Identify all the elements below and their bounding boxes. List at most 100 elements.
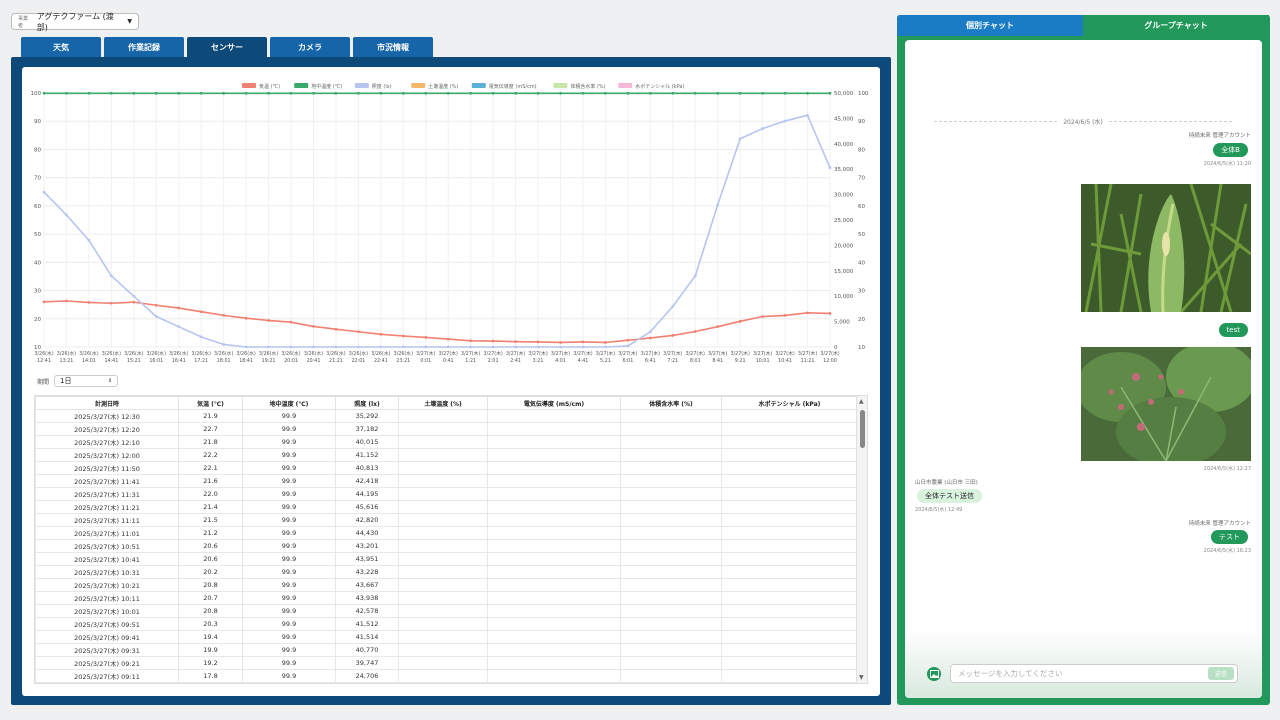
data-point [559,91,562,95]
table-cell: 40,015 [335,435,399,449]
send-button[interactable]: 送信 [1208,667,1234,680]
table-cell: 99.9 [242,591,336,605]
legend-swatch [242,83,256,88]
data-point [334,345,338,349]
column-header: 照度 (lx) [335,396,399,410]
data-point [446,337,450,341]
table-cell: 99.9 [242,617,336,631]
data-point [828,312,832,315]
data-point [828,91,832,95]
legend-swatch [354,83,369,88]
table-cell [398,422,488,436]
legend-label: 気温 (℃) [259,83,280,90]
table-cell [721,578,858,592]
x-tick-label: 10:01 [756,358,770,364]
table-cell: 99.9 [242,448,336,462]
tab-camera[interactable]: カメラ [270,37,350,57]
data-point [312,345,315,349]
data-point [604,91,607,95]
x-tick-label: 3/27(木) [551,350,570,357]
tab-individual-chat[interactable]: 個別チャット [897,15,1083,36]
data-point [536,345,540,349]
data-point [581,340,585,344]
table-cell [721,630,858,644]
table-cell: 99.9 [242,539,336,553]
main-tabs: 天気 作業記録 センサー カメラ 市況情報 [21,37,433,57]
y-right-tick-label: 45,000 [834,116,854,122]
data-point [806,91,809,95]
legend-swatch [553,83,568,88]
table-cell [487,526,621,540]
legend-label: 電気伝導度 (mS/cm) [489,83,537,90]
period-select[interactable]: 1日 ⇕ [54,375,119,387]
tab-group-chat[interactable]: グループチャット [1083,15,1269,36]
table-cell [620,643,722,657]
table-cell: 19.2 [178,656,243,670]
table-cell: 43,938 [335,591,399,605]
x-tick-label: 11:21 [801,358,815,364]
data-point [738,91,742,95]
farm-select[interactable]: 事業者 アグテクファーム (渡部) ▼ [11,12,139,32]
table-row: 2025/3/27(木) 10:11 20.7 99.9 43,938 [35,591,858,605]
data-point [199,91,203,95]
table-cell: 2025/3/27(木) 12:10 [35,435,179,449]
tab-sensor[interactable]: センサー [187,37,267,57]
table-scrollbar[interactable]: ▲ ▼ [856,396,867,683]
table-cell [620,630,722,644]
table-row: 2025/3/27(木) 09:51 20.3 99.9 41,512 [35,617,858,631]
x-tick-label: 3/26(水) [304,350,323,357]
table-cell [620,448,722,462]
tab-weather[interactable]: 天気 [21,37,101,57]
data-point [401,334,405,338]
data-point [693,330,697,333]
table-row: 2025/3/27(木) 11:50 22.1 99.9 40,813 [35,461,858,475]
table-cell: 21.5 [178,513,243,527]
series-line [43,300,831,344]
table-cell [487,552,621,566]
data-point [693,274,697,278]
table-cell: 19.4 [178,630,243,644]
message-bubble: test [1218,323,1248,337]
table-cell: 22.1 [178,461,243,475]
x-tick-label: 6:41 [645,358,656,364]
scroll-down-icon[interactable]: ▼ [859,674,864,681]
table-cell [487,656,621,670]
table-cell [620,526,722,540]
x-tick-label: 18:01 [217,358,231,364]
x-tick-label: 3/26(水) [57,350,76,357]
scrollbar-thumb[interactable] [860,410,865,448]
x-tick-label: 8:01 [690,358,701,364]
y-right-tick-label: 40,000 [834,142,854,148]
legend-label: 照度 (lx) [372,83,392,90]
x-tick-label: 3/27(木) [461,350,480,357]
table-cell: 21.4 [178,500,243,514]
x-tick-label: 6:01 [622,358,633,364]
y-right2-tick-label: 30 [858,289,865,295]
scroll-up-icon[interactable]: ▲ [859,398,864,405]
data-point [132,294,136,298]
x-tick-label: 19:21 [262,358,276,364]
tab-work-log[interactable]: 作業記録 [104,37,184,57]
data-point [87,301,91,304]
table-cell [487,422,621,436]
data-point [379,91,383,95]
data-point [177,91,181,95]
table-cell [620,604,722,618]
data-point [401,91,405,95]
data-point [491,91,495,95]
image-attach-icon[interactable] [927,667,941,681]
message-bubble: テスト [1211,530,1248,544]
data-point [222,313,226,317]
x-tick-label: 13:21 [60,358,74,364]
y-right-tick-label: 15,000 [834,269,854,275]
message-input[interactable]: メッセージを入力してください [950,664,1238,683]
tab-market[interactable]: 市況情報 [353,37,433,57]
photo-strawberry-leaf[interactable] [1081,347,1251,461]
photo-onion-leaves[interactable] [1081,184,1251,312]
data-point [806,311,809,315]
y-left-tick-label: 100 [31,91,42,97]
table-cell: 2025/3/27(木) 10:21 [35,578,179,592]
table-cell: 2025/3/27(木) 10:11 [35,591,179,605]
y-left-tick-label: 50 [34,232,41,238]
data-point [109,274,113,278]
